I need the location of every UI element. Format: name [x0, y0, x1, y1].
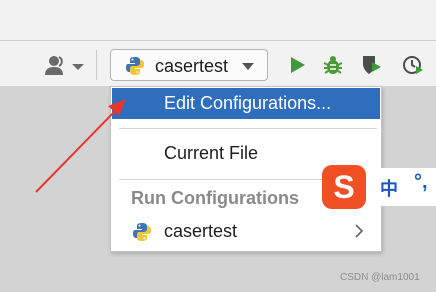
menu-item-label: Current File [164, 143, 259, 163]
debug-icon[interactable] [322, 54, 344, 76]
profile-icon[interactable] [402, 54, 424, 76]
dropdown-arrow-icon [242, 63, 254, 70]
ime-mode-toggle[interactable]: 中 [380, 175, 398, 201]
run-configuration-label: casertest [155, 56, 229, 76]
run-icon[interactable] [286, 54, 308, 76]
python-icon [126, 57, 144, 75]
user-icon [45, 56, 84, 75]
toolbar-separator [96, 50, 97, 80]
sogou-logo-icon: S [322, 165, 366, 209]
coverage-icon[interactable] [360, 54, 382, 76]
watermark: CSDN @lam1001 [340, 272, 420, 283]
main-toolbar: casertest [0, 0, 436, 86]
user-menu-button[interactable] [44, 55, 86, 77]
ime-status-bar[interactable]: S 中 °, [322, 165, 436, 209]
ime-punctuation-toggle[interactable]: °, [414, 171, 428, 194]
run-configuration-selector[interactable]: casertest [110, 49, 268, 81]
run-configurations-header: Run Configurations [131, 188, 299, 208]
menu-item-edit-configurations[interactable]: Edit Configurations... [112, 88, 380, 119]
menu-item-casertest[interactable]: casertest [112, 216, 380, 247]
chevron-right-icon [355, 224, 364, 238]
menu-item-label: Edit Configurations... [164, 93, 332, 113]
toolbar-divider [0, 40, 436, 41]
python-icon [133, 223, 151, 241]
menu-separator [119, 128, 377, 129]
chevron-down-icon [72, 64, 84, 70]
menu-item-label: casertest [164, 221, 238, 241]
